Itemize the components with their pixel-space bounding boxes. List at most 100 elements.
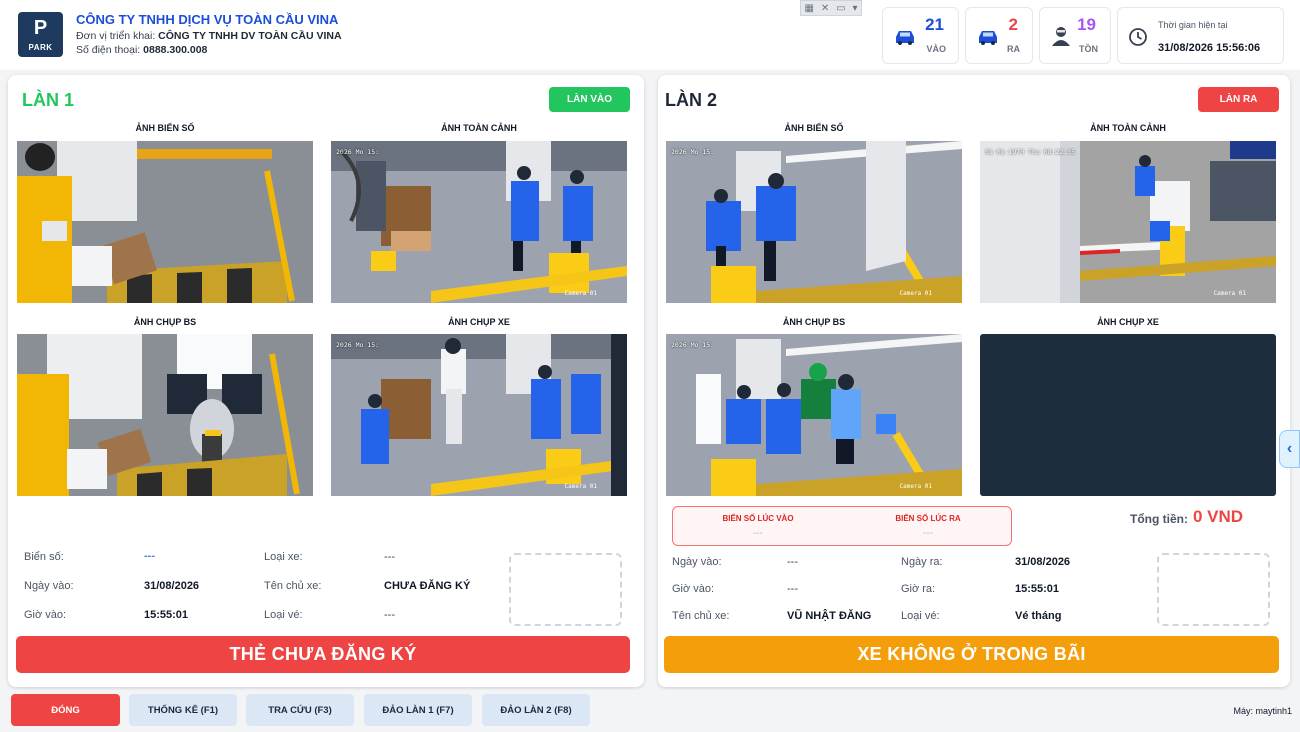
lookup-button[interactable]: TRA CỨU (F3) bbox=[246, 694, 354, 726]
lane-2-overview-camtag: Camera 01 bbox=[1213, 290, 1246, 297]
stats-button[interactable]: THỐNG KÊ (F1) bbox=[129, 694, 237, 726]
monitor-icon[interactable]: ▭ bbox=[836, 3, 845, 14]
lane-2-time-in-value: --- bbox=[787, 583, 798, 595]
phone-line: Số điện thoại: 0888.300.008 bbox=[76, 44, 342, 56]
lane-1-vehicle-capture-image: 2026 Mo 15: Camera 01 bbox=[331, 334, 627, 496]
lane-1-overview-camtag: Camera 01 bbox=[564, 290, 597, 297]
lane-2-plate-compare: BIỂN SỐ LÚC VÀO --- BIỂN SỐ LÚC RA --- bbox=[672, 506, 1012, 546]
out-label: RA bbox=[1007, 44, 1020, 54]
lane-1-ticket-label: Loại vé: bbox=[264, 609, 303, 621]
out-count: 2 bbox=[1008, 15, 1018, 34]
lane-1-plate-value: --- bbox=[144, 550, 155, 562]
cam-label-plate: ẢNH BIỂN SỐ bbox=[135, 123, 195, 133]
swap-lane-2-button[interactable]: ĐẢO LÀN 2 (F8) bbox=[482, 694, 590, 726]
current-time-box: Thời gian hiện tại 31/08/2026 15:56:06 bbox=[1117, 7, 1284, 64]
stat-in-box: 21 VÀO bbox=[882, 7, 959, 64]
total-label: Tổng tiền: bbox=[1130, 512, 1188, 526]
stat-remain-box: 19 TỒN bbox=[1039, 7, 1111, 64]
lane-2-date-out-label: Ngày ra: bbox=[901, 556, 943, 568]
in-label: VÀO bbox=[926, 44, 946, 54]
chevron-down-icon[interactable]: ▾ bbox=[852, 3, 857, 14]
lane-2-owner-label: Tên chủ xe: bbox=[672, 610, 730, 622]
lane-1-vehicle-type-label: Loại xe: bbox=[264, 551, 303, 563]
lane-2-ticket-label: Loại vé: bbox=[901, 610, 940, 622]
lane-1-vehicle-type-value: --- bbox=[384, 551, 395, 563]
close-icon[interactable]: ✕ bbox=[821, 3, 829, 14]
lane-2-title: LÀN 2 bbox=[665, 90, 718, 110]
grid-icon[interactable]: ▦ bbox=[804, 3, 813, 14]
unit-line: Đơn vị triển khai: CÔNG TY TNHH DV TOÀN … bbox=[76, 30, 342, 42]
cam-label-vehicle-capture: ẢNH CHỤP XE bbox=[1097, 317, 1159, 327]
lane-1-owner-value: CHƯA ĐĂNG KÝ bbox=[384, 580, 471, 592]
stat-out-box: 2 RA bbox=[965, 7, 1033, 64]
machine-name: Máy: maytinh1 bbox=[1233, 706, 1292, 716]
footer-toolbar: ĐÓNG THỐNG KÊ (F1) TRA CỨU (F3) ĐẢO LÀN … bbox=[0, 690, 1300, 732]
window-toolbar: ▦ ✕ ▭ ▾ bbox=[800, 0, 862, 16]
lane-2-panel: LÀN 2 LÀN RA ẢNH BIỂN SỐ ẢNH TOÀN CẢNH Ả… bbox=[658, 75, 1290, 687]
company-info: CÔNG TY TNHH DỊCH VỤ TOÀN CẦU VINA Đơn v… bbox=[76, 12, 342, 56]
lane-in-badge[interactable]: LÀN VÀO bbox=[549, 87, 630, 112]
lane-2-platecap-stamp: 2026 Mo 15: bbox=[671, 341, 715, 349]
lane-1-title: LÀN 1 bbox=[22, 90, 75, 110]
remain-label: TỒN bbox=[1079, 44, 1098, 54]
swap-lane-1-button[interactable]: ĐẢO LÀN 1 (F7) bbox=[364, 694, 472, 726]
in-count: 21 bbox=[925, 15, 944, 34]
lane-1-time-in-label: Giờ vào: bbox=[24, 609, 67, 621]
clock-icon bbox=[1129, 28, 1147, 46]
lane-out-badge[interactable]: LÀN RA bbox=[1198, 87, 1279, 112]
unit-label: Đơn vị triển khai: bbox=[76, 30, 156, 42]
lane-2-status-banner: XE KHÔNG Ở TRONG BÃI bbox=[664, 636, 1279, 673]
cam-label-overview: ẢNH TOÀN CẢNH bbox=[441, 123, 517, 133]
plate-in-label: BIỂN SỐ LÚC VÀO bbox=[722, 514, 794, 523]
phone-value: 0888.300.008 bbox=[143, 44, 208, 56]
app-header: P PARK CÔNG TY TNHH DỊCH VỤ TOÀN CẦU VIN… bbox=[0, 0, 1300, 70]
park-logo: P PARK bbox=[18, 12, 63, 57]
plate-out-label: BIỂN SỐ LÚC RA bbox=[895, 514, 961, 523]
time-label: Thời gian hiện tại bbox=[1158, 20, 1228, 30]
lane-2-time-out-label: Giờ ra: bbox=[901, 583, 936, 595]
lane-2-overview-image: 01-01-1970 Thu 08:22:35 Camera 01 bbox=[980, 141, 1276, 303]
lane-2-vehicle-capture-image bbox=[980, 334, 1276, 496]
lane-1-plate-label: Biển số: bbox=[24, 551, 64, 563]
lane-2-plate-image: 2026 Mo 15: Camera 01 bbox=[666, 141, 962, 303]
lane-2-plate-capture-image: 2026 Mo 15: Camera 01 bbox=[666, 334, 962, 496]
lane-1-plate-image bbox=[17, 141, 313, 303]
lane-2-plate-stamp: 2026 Mo 15: bbox=[671, 148, 715, 156]
lane-1-date-in-label: Ngày vào: bbox=[24, 580, 74, 592]
lane-1-date-in-value: 31/08/2026 bbox=[144, 580, 200, 592]
cam-label-vehicle-capture: ẢNH CHỤP XE bbox=[448, 317, 510, 327]
logo-letter: P bbox=[33, 17, 48, 39]
lane-1-ticket-value: --- bbox=[384, 609, 395, 621]
cam-label-plate-capture: ẢNH CHỤP BS bbox=[782, 317, 846, 327]
time-value: 31/08/2026 15:56:06 bbox=[1158, 42, 1261, 54]
close-button[interactable]: ĐÓNG bbox=[11, 694, 120, 726]
lane-1-panel: LÀN 1 LÀN VÀO ẢNH BIỂN SỐ ẢNH TOÀN CẢNH … bbox=[8, 75, 644, 687]
lane-1-overview-stamp: 2026 Mo 15: bbox=[336, 148, 380, 156]
phone-label: Số điện thoại: bbox=[76, 44, 141, 56]
logo-text: PARK bbox=[28, 43, 53, 52]
lane-1-time-in-value: 15:55:01 bbox=[144, 609, 189, 621]
total-value: 0 VND bbox=[1193, 507, 1244, 526]
lane-2-card-image-placeholder bbox=[1157, 553, 1270, 626]
lane-1-plate-capture-image bbox=[17, 334, 313, 496]
cam-label-plate: ẢNH BIỂN SỐ bbox=[784, 123, 844, 133]
driver-icon bbox=[1052, 27, 1070, 46]
lane-2-overview-stamp: 01-01-1970 Thu 08:22:35 bbox=[985, 148, 1076, 156]
lane-2-owner-value: VŨ NHẬT ĐĂNG bbox=[787, 610, 872, 622]
lane-2-date-in-value: --- bbox=[787, 556, 798, 568]
remain-count: 19 bbox=[1077, 15, 1096, 34]
cam-label-overview: ẢNH TOÀN CẢNH bbox=[1090, 123, 1166, 133]
lane-1-overview-image: 2026 Mo 15: Camera 01 bbox=[331, 141, 627, 303]
lane-1-vehicle-stamp: 2026 Mo 15: bbox=[336, 341, 380, 349]
unit-value: CÔNG TY TNHH DV TOÀN CẦU VINA bbox=[158, 30, 342, 42]
lane-1-vehicle-camtag: Camera 01 bbox=[564, 483, 597, 490]
lane-1-status-banner: THẺ CHƯA ĐĂNG KÝ bbox=[16, 636, 630, 673]
lane-2-time-out-value: 15:55:01 bbox=[1015, 583, 1060, 595]
chevron-left-icon[interactable]: ‹ bbox=[1279, 430, 1300, 468]
lane-2-time-in-label: Giờ vào: bbox=[672, 583, 715, 595]
plate-out-value: --- bbox=[923, 528, 933, 539]
lane-2-plate-camtag: Camera 01 bbox=[899, 290, 932, 297]
car-out-icon bbox=[979, 31, 997, 45]
lane-1-card-image-placeholder bbox=[509, 553, 622, 626]
car-in-icon bbox=[896, 31, 914, 45]
